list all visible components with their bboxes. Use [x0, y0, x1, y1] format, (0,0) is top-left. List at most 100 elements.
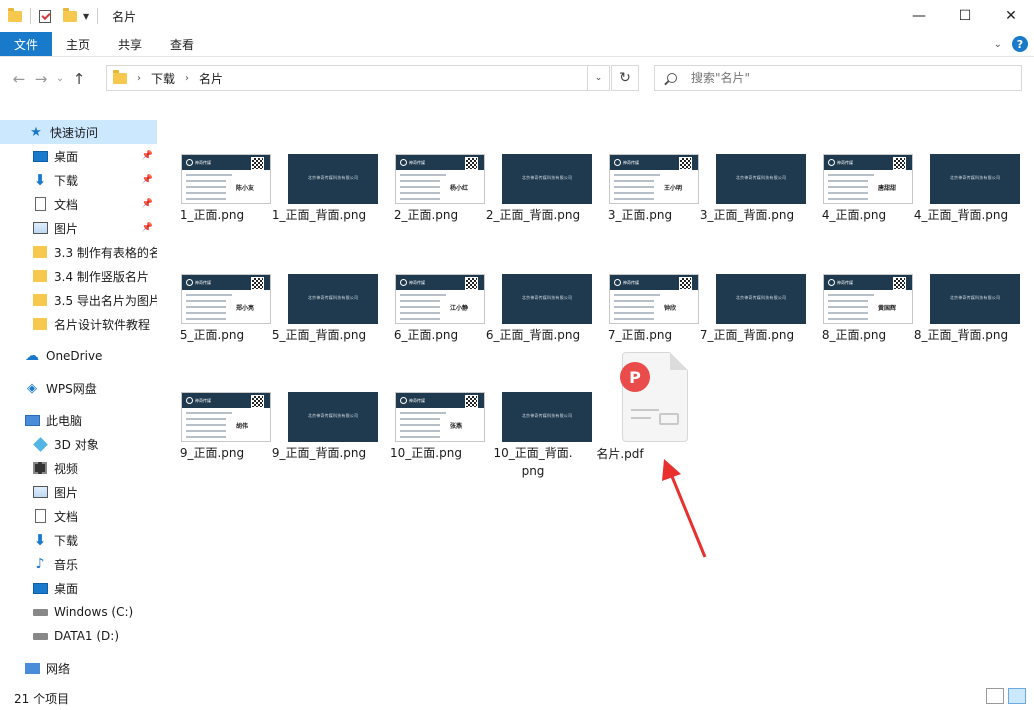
- maximize-button[interactable]: ☐: [942, 0, 988, 32]
- card-info-line: [828, 312, 868, 314]
- details-view-icon[interactable]: [986, 688, 1004, 704]
- refresh-button[interactable]: ↻: [611, 65, 639, 91]
- card-info-line: [186, 180, 226, 182]
- logo-icon: [186, 279, 193, 286]
- search-input[interactable]: [691, 71, 991, 85]
- breadcrumb-cards[interactable]: 名片: [199, 70, 223, 87]
- card-info-lines: [828, 294, 874, 323]
- sidebar-item-recent-folder[interactable]: 3.5 导出名片为图片: [0, 288, 157, 312]
- file-item[interactable]: 北京神奇传媒科技有限公司 1_正面_背面.png: [267, 152, 378, 232]
- tab-file[interactable]: 文件: [0, 32, 53, 56]
- file-item[interactable]: 神奇传媒 钟欣 7_正面.png: [588, 272, 699, 352]
- file-item[interactable]: 北京神奇传媒科技有限公司 10_正面_背面. png: [481, 390, 592, 478]
- card-back-thumbnail: 北京神奇传媒科技有限公司: [716, 154, 806, 204]
- card-info-line: [400, 312, 440, 314]
- properties-icon[interactable]: [39, 9, 51, 23]
- card-person-name: 王小明: [664, 185, 683, 192]
- sidebar-item-quick-access[interactable]: ★ 快速访问: [0, 120, 157, 144]
- back-arrow-icon[interactable]: ←: [8, 70, 30, 88]
- file-item[interactable]: 北京神奇传媒科技有限公司 5_正面_背面.png: [267, 272, 378, 352]
- card-info-lines: [186, 294, 232, 323]
- qr-code-icon: [893, 157, 906, 170]
- close-button[interactable]: ✕: [988, 0, 1034, 32]
- file-item[interactable]: 神奇传媒 唐甜甜 4_正面.png: [802, 152, 913, 232]
- card-info-line: [614, 192, 654, 194]
- sidebar-item-pinned[interactable]: 文档 📌: [0, 192, 157, 216]
- file-item[interactable]: 北京神奇传媒科技有限公司 3_正面_背面.png: [695, 152, 806, 232]
- recent-locations-chevron-icon[interactable]: ⌄: [52, 73, 68, 84]
- file-item[interactable]: 北京神奇传媒科技有限公司 2_正面_背面.png: [481, 152, 592, 232]
- sidebar-item-pc[interactable]: ♪ 音乐: [0, 552, 157, 576]
- sidebar-item-recent-folder[interactable]: 名片设计软件教程: [0, 312, 157, 336]
- pdf-badge-icon: P: [620, 362, 650, 392]
- qr-code-icon: [893, 277, 906, 290]
- file-item[interactable]: 神奇传媒 胡伟 9_正面.png: [160, 390, 271, 470]
- customize-toolbar-chevron-icon[interactable]: ▼: [83, 12, 89, 21]
- sidebar-item-pc[interactable]: 视频: [0, 456, 157, 480]
- file-item[interactable]: 北京神奇传媒科技有限公司 8_正面_背面.png: [909, 272, 1020, 352]
- sidebar-item-pc[interactable]: 文档: [0, 504, 157, 528]
- address-bar[interactable]: › 下载 › 名片 ⌄: [106, 65, 610, 91]
- sidebar-item-pc[interactable]: ⬇ 下载: [0, 528, 157, 552]
- sidebar-item-this-pc[interactable]: 此电脑: [0, 408, 157, 432]
- file-item[interactable]: 神奇传媒王小明 3_正面.png: [588, 152, 699, 232]
- up-arrow-icon[interactable]: ↑: [68, 70, 90, 88]
- sidebar-item-pinned[interactable]: 桌面 📌: [0, 144, 157, 168]
- card-brand: 神奇传媒: [623, 160, 639, 165]
- file-item[interactable]: 北京神奇传媒科技有限公司 6_正面_背面.png: [481, 272, 592, 352]
- breadcrumb-downloads[interactable]: 下载: [151, 70, 175, 87]
- sidebar-item-pc[interactable]: DATA1 (D:): [0, 624, 157, 648]
- card-info-line: [614, 198, 654, 200]
- file-item[interactable]: 神奇传媒 江小静 6_正面.png: [374, 272, 485, 352]
- card-info-line: [614, 186, 654, 188]
- file-item[interactable]: 北京神奇传媒科技有限公司 4_正面_背面.png: [909, 152, 1020, 232]
- expand-ribbon-chevron-icon[interactable]: ⌄: [994, 39, 1002, 50]
- sidebar-item-wps[interactable]: ◈ WPS网盘: [0, 376, 157, 400]
- document-icon: [34, 509, 46, 523]
- file-name: 6_正面.png: [393, 328, 459, 342]
- file-item[interactable]: 神奇传媒 陈小友 1_正面.png: [160, 152, 271, 232]
- file-name: 5_正面_背面.png: [271, 328, 367, 342]
- sidebar-item-pc[interactable]: Windows (C:): [0, 600, 157, 624]
- tab-view[interactable]: 查看: [156, 32, 208, 56]
- card-info-line: [828, 180, 868, 182]
- file-item[interactable]: 神奇传媒 黄国辉 8_正面.png: [802, 272, 913, 352]
- file-name: 7_正面_背面.png: [699, 328, 795, 342]
- sidebar-item-label: 3.5 导出名片为图片: [54, 293, 157, 308]
- file-item[interactable]: 神奇传媒 郑小亮 5_正面.png: [160, 272, 271, 352]
- file-item[interactable]: 北京神奇传媒科技有限公司 7_正面_背面.png: [695, 272, 806, 352]
- sidebar-item-pc[interactable]: 3D 对象: [0, 432, 157, 456]
- tab-share[interactable]: 共享: [104, 32, 156, 56]
- pdf-file-icon: P: [620, 352, 688, 442]
- help-icon[interactable]: ?: [1012, 36, 1028, 52]
- card-company-text: 北京神奇传媒科技有限公司: [307, 295, 359, 300]
- sidebar-item-pinned[interactable]: 图片 📌: [0, 216, 157, 240]
- sidebar-item-onedrive[interactable]: ☁ OneDrive: [0, 344, 157, 368]
- sidebar-item-label: 3.4 制作竖版名片: [54, 269, 149, 284]
- chevron-right-icon[interactable]: ›: [185, 73, 189, 84]
- file-item[interactable]: 北京神奇传媒科技有限公司 9_正面_背面.png: [267, 390, 378, 470]
- chevron-right-icon[interactable]: ›: [137, 73, 141, 84]
- sidebar-item-pinned[interactable]: ⬇ 下载 📌: [0, 168, 157, 192]
- search-box[interactable]: [654, 65, 1022, 91]
- file-name: 3_正面.png: [607, 208, 673, 222]
- forward-arrow-icon[interactable]: →: [30, 70, 52, 88]
- qr-code-icon: [465, 277, 478, 290]
- folder-icon: [33, 246, 47, 258]
- sidebar-item-pc[interactable]: 桌面: [0, 576, 157, 600]
- large-icons-view-icon[interactable]: [1008, 688, 1026, 704]
- file-item[interactable]: 神奇传媒 张燕 10_正面.png: [374, 390, 485, 470]
- sidebar-item-pc[interactable]: 图片: [0, 480, 157, 504]
- minimize-button[interactable]: —: [896, 0, 942, 32]
- tab-home[interactable]: 主页: [52, 32, 104, 56]
- new-folder-icon[interactable]: [63, 7, 77, 22]
- file-item[interactable]: 神奇传媒 杨小红 2_正面.png: [374, 152, 485, 232]
- drive-icon: [32, 632, 48, 640]
- sidebar-item-recent-folder[interactable]: 3.4 制作竖版名片: [0, 264, 157, 288]
- sidebar-item-network[interactable]: 网络: [0, 656, 157, 680]
- address-history-chevron-icon[interactable]: ⌄: [587, 66, 609, 90]
- card-front-thumbnail: 神奇传媒 郑小亮: [181, 274, 271, 324]
- logo-icon: [614, 279, 621, 286]
- sidebar-item-recent-folder[interactable]: 3.3 制作有表格的名: [0, 240, 157, 264]
- computer-icon: [24, 414, 40, 426]
